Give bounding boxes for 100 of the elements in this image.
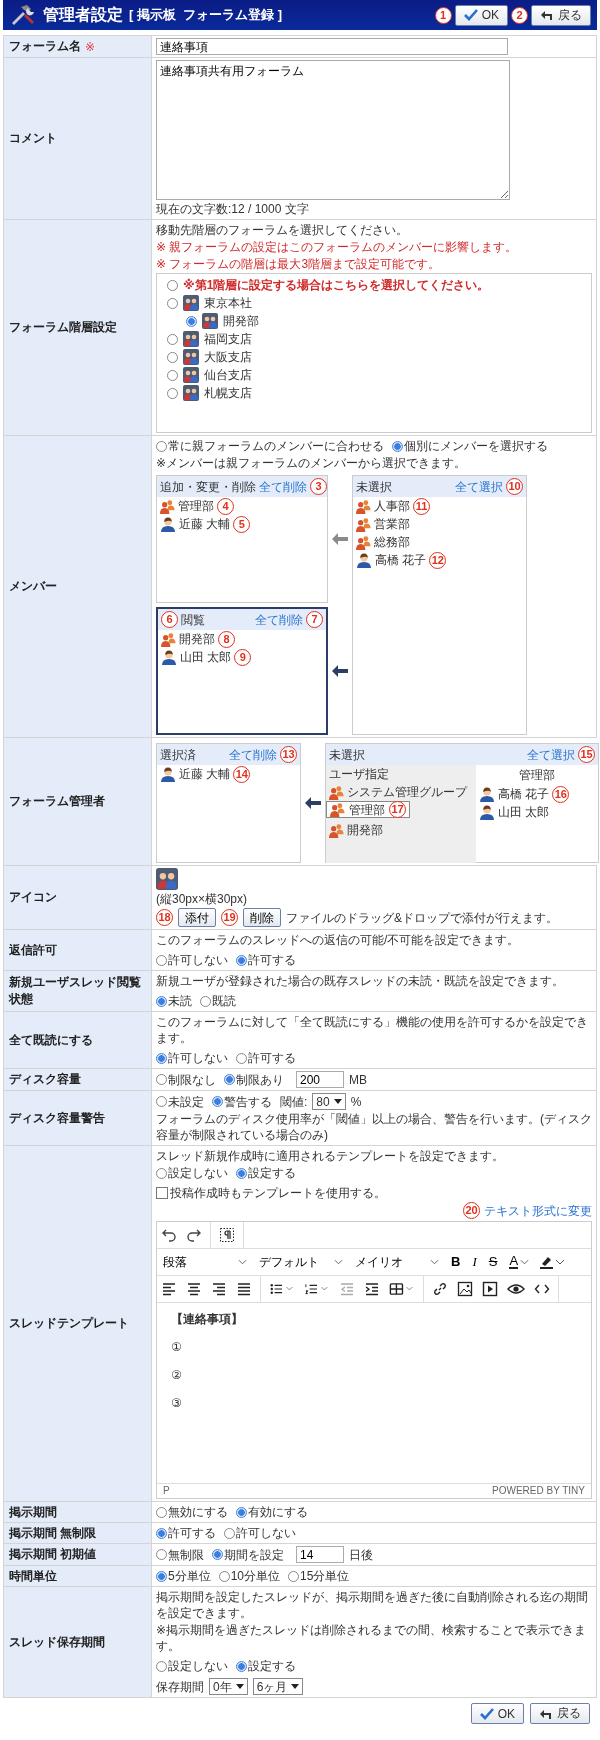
align-center-icon[interactable]: [186, 1281, 202, 1297]
numbered-list-icon[interactable]: [304, 1281, 330, 1297]
tree-item-label[interactable]: 大阪支店: [204, 349, 252, 365]
toolbar-dropdown[interactable]: デフォルト: [257, 1254, 345, 1270]
radio-label[interactable]: 制限あり: [236, 1071, 284, 1088]
radio-button[interactable]: [392, 440, 403, 452]
member-name[interactable]: 近藤 大輔: [179, 516, 231, 532]
period-select[interactable]: 6ヶ月: [252, 1678, 304, 1695]
member-name[interactable]: 管理部: [178, 498, 214, 514]
number-field[interactable]: 14: [296, 1546, 344, 1563]
remove-all-link[interactable]: 全て削除: [255, 611, 303, 628]
ok-button[interactable]: OK: [454, 4, 508, 26]
radio-label[interactable]: 設定しない: [168, 1165, 228, 1181]
radio-label[interactable]: 未設定: [168, 1093, 204, 1110]
radio-label[interactable]: 許可しない: [168, 952, 228, 968]
strike-button[interactable]: S: [486, 1254, 500, 1270]
select-all-link[interactable]: 全て選択: [527, 746, 575, 763]
image-icon[interactable]: [457, 1281, 473, 1297]
radio-button[interactable]: [156, 995, 167, 1007]
member-list-panel[interactable]: 6 閲覧 全て削除 7 開発部 8 山田 太郎 9: [156, 607, 328, 735]
member-name[interactable]: 人事部: [374, 498, 410, 514]
radio-label[interactable]: 既読: [212, 993, 236, 1009]
member-name[interactable]: 山田 太郎: [498, 804, 550, 820]
show-blocks-icon[interactable]: [219, 1227, 235, 1243]
group-list-item[interactable]: システム管理グループ: [326, 783, 476, 801]
radio-button[interactable]: [156, 954, 167, 966]
remove-all-link[interactable]: 全て削除: [259, 478, 307, 495]
delete-button[interactable]: 削除: [243, 908, 281, 927]
member-name[interactable]: 営業部: [374, 516, 410, 532]
radio-button[interactable]: [167, 297, 178, 309]
radio-label[interactable]: 未読: [168, 993, 192, 1009]
radio-button[interactable]: [167, 387, 178, 399]
threshold-select[interactable]: 80: [312, 1093, 346, 1110]
checkbox[interactable]: [156, 1187, 168, 1199]
toolbar-dropdown[interactable]: メイリオ: [353, 1254, 441, 1270]
radio-label[interactable]: 15分単位: [300, 1568, 350, 1584]
period-select[interactable]: 0年: [209, 1678, 248, 1695]
link-icon[interactable]: [432, 1281, 448, 1297]
radio-label[interactable]: 許可しない: [168, 1050, 228, 1066]
highlighter-icon[interactable]: [539, 1254, 566, 1270]
radio-button[interactable]: [167, 351, 178, 363]
indent-icon[interactable]: [364, 1281, 380, 1297]
ok-button[interactable]: OK: [470, 1703, 524, 1724]
radio-label[interactable]: 5分単位: [168, 1568, 211, 1584]
radio-button[interactable]: [186, 315, 197, 327]
radio-button[interactable]: [218, 1570, 230, 1582]
radio-button[interactable]: [156, 1570, 167, 1582]
editor-content[interactable]: 【連絡事項】 ① ② ③: [157, 1303, 591, 1483]
outdent-icon[interactable]: [339, 1281, 355, 1297]
radio-button[interactable]: [200, 995, 211, 1007]
tree-item-label[interactable]: 福岡支店: [204, 331, 252, 347]
radio-label[interactable]: 許可しない: [236, 1525, 296, 1541]
bullet-list-icon[interactable]: [269, 1281, 295, 1297]
radio-label[interactable]: 設定する: [248, 1658, 296, 1674]
left-arrow-icon[interactable]: [332, 665, 348, 677]
select-all-link[interactable]: 全て選択: [455, 478, 503, 495]
color-button[interactable]: A: [507, 1255, 532, 1269]
remove-all-link[interactable]: 全て削除: [229, 746, 277, 763]
radio-label[interactable]: 設定する: [248, 1165, 296, 1181]
radio-button[interactable]: [167, 369, 178, 381]
radio-label[interactable]: 期間を設定: [224, 1546, 284, 1563]
radio-label[interactable]: 設定しない: [168, 1658, 228, 1674]
radio-button[interactable]: [156, 1167, 167, 1179]
radio-label[interactable]: 許可する: [248, 1050, 296, 1066]
tree-item-label[interactable]: 東京本社: [204, 295, 252, 311]
checkbox-label[interactable]: 投稿作成時もテンプレートを使用する。: [170, 1185, 386, 1201]
radio-label[interactable]: 許可する: [168, 1525, 216, 1541]
number-field[interactable]: 200: [296, 1071, 344, 1088]
radio-button[interactable]: [156, 1660, 167, 1672]
editor-branding[interactable]: POWERED BY TINY: [492, 1483, 585, 1499]
radio-button[interactable]: [224, 1074, 235, 1085]
radio-button[interactable]: [236, 1052, 247, 1064]
radio-button[interactable]: [156, 440, 167, 452]
radio-label[interactable]: 許可する: [248, 952, 296, 968]
radio-button[interactable]: [167, 333, 178, 345]
toolbar-dropdown[interactable]: 段落: [161, 1254, 249, 1270]
undo-icon[interactable]: [161, 1227, 177, 1243]
media-icon[interactable]: [482, 1281, 498, 1297]
preview-icon[interactable]: [507, 1281, 525, 1297]
radio-label[interactable]: 警告する: [224, 1093, 272, 1110]
attach-button[interactable]: 添付: [178, 908, 216, 927]
radio-button[interactable]: [224, 1527, 235, 1539]
radio-button[interactable]: [236, 954, 247, 966]
comment-field[interactable]: 連絡事項共有用フォーラム: [156, 60, 510, 200]
member-name[interactable]: 山田 太郎: [180, 649, 232, 665]
member-name[interactable]: 高橋 花子: [498, 786, 550, 802]
radio-button[interactable]: [156, 1527, 167, 1539]
member-name[interactable]: 高橋 花子: [375, 552, 427, 568]
radio-button[interactable]: [156, 1549, 167, 1560]
radio-label[interactable]: 制限なし: [168, 1071, 216, 1088]
member-list-panel[interactable]: 追加・変更・削除 全て削除 3 管理部 4 近藤 大輔 5: [156, 475, 328, 603]
radio-button[interactable]: [212, 1549, 223, 1560]
radio-button[interactable]: [288, 1570, 300, 1582]
radio-button[interactable]: [236, 1506, 247, 1518]
tree-item-label[interactable]: 開発部: [223, 313, 259, 329]
radio-button[interactable]: [156, 1096, 167, 1107]
radio-label[interactable]: 有効にする: [248, 1504, 308, 1520]
table-icon[interactable]: [389, 1281, 415, 1297]
italic-button[interactable]: I: [470, 1254, 479, 1270]
radio-button[interactable]: [236, 1167, 247, 1179]
